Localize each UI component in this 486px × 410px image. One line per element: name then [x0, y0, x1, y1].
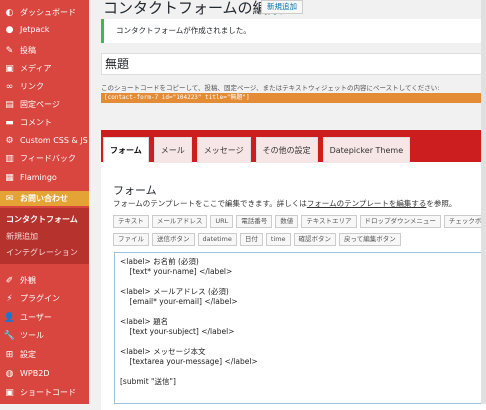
window-scrollbar[interactable]	[481, 0, 486, 404]
sidebar-item-label: お問い合わせ	[20, 194, 68, 203]
shortcode-field[interactable]: [contact-form-7 id="104223" title="無題"]	[101, 93, 486, 103]
sidebar-item-label: Jetpack	[20, 25, 50, 34]
tab-0[interactable]: フォーム	[103, 137, 149, 163]
sidebar-item-appearance[interactable]: ✐ 外観	[0, 273, 89, 288]
tab-2[interactable]: メッセージ	[196, 137, 251, 163]
tag-button[interactable]: ドロップダウンメニュー	[359, 215, 441, 228]
tab-3[interactable]: その他の設定	[255, 137, 318, 163]
panel-title: フォーム	[113, 184, 157, 197]
tag-button[interactable]: 電話番号	[236, 215, 273, 228]
sidebar-item-flamingo[interactable]: ▦ Flamingo	[0, 170, 89, 185]
tag-button[interactable]: datetime	[197, 233, 237, 246]
sidebar-item-dashboard[interactable]: ◐ ダッシュボード	[0, 5, 89, 20]
tab-4[interactable]: Datepicker Theme	[322, 137, 411, 163]
tag-button[interactable]: 戻って編集ボタン	[339, 233, 401, 246]
form-title-input[interactable]: 無題	[101, 53, 486, 75]
tag-button[interactable]: 日付	[239, 233, 263, 246]
sidebar-item-pin[interactable]: ✎ 投稿	[0, 43, 89, 58]
sidebar-item-label: 外観	[20, 276, 36, 285]
appearance-icon: ✐	[5, 275, 14, 286]
sidebar-item-label: コメント	[20, 118, 52, 127]
page-title: コンタクトフォームの編集	[103, 0, 283, 17]
code-icon: ⚙	[5, 135, 14, 146]
sidebar-item-label: Custom CSS & JS	[20, 136, 88, 145]
sidebar-item-label: Flamingo	[20, 173, 57, 182]
sidebar-item-jetpack[interactable]: ● Jetpack	[0, 22, 89, 37]
plugin-icon: ⚡	[6, 293, 13, 304]
sidebar-item-tool[interactable]: 🔧 ツール	[0, 328, 89, 343]
template-help-link[interactable]: フォームのテンプレートを編集する	[307, 199, 427, 208]
tag-button[interactable]: ファイル	[113, 233, 149, 246]
submenu-item[interactable]: インテグレーション	[0, 247, 89, 258]
flamingo-icon: ▦	[5, 172, 14, 183]
feedback-icon: ▥	[5, 153, 14, 164]
link-icon: ∞	[5, 81, 14, 92]
shortcode-icon: ▣	[5, 387, 14, 398]
admin-sidebar: ◐ ダッシュボード ● Jetpack ✎ 投稿 ▣ メディア ∞ リンク ▤ 固定ページ ▬ コメント ⚙…	[0, 0, 89, 404]
sidebar-item-label: ツール	[20, 331, 44, 340]
sidebar-item-label: リンク	[20, 82, 44, 91]
tag-button[interactable]: time	[265, 233, 291, 246]
sidebar-item-label: ユーザー	[20, 313, 52, 322]
sidebar-item-page[interactable]: ▤ 固定ページ	[0, 97, 89, 112]
tag-button[interactable]: メールアドレス	[151, 215, 208, 228]
user-icon: 👤	[3, 312, 16, 323]
page-icon: ▤	[5, 99, 14, 110]
form-template-textarea[interactable]: <label> お名前 (必須) [text* your-name] </lab…	[114, 252, 486, 404]
tool-icon: 🔧	[3, 330, 16, 341]
pin-icon: ✎	[5, 45, 14, 56]
sidebar-item-feedback[interactable]: ▥ フィードバック	[0, 151, 89, 166]
settings-icon: ⊞	[5, 349, 14, 360]
sidebar-item-plugin[interactable]: ⚡ プラグイン	[0, 291, 89, 306]
sidebar-item-shortcode[interactable]: ▣ ショートコード	[0, 385, 89, 400]
tag-button[interactable]: チェックボ	[443, 215, 486, 228]
sidebar-item-label: メディア	[20, 64, 52, 73]
panel-desc-suffix: を参照。	[426, 199, 457, 208]
tag-button[interactable]: 数値	[275, 215, 299, 228]
tag-button[interactable]: テキストエリア	[301, 215, 357, 228]
submenu-item[interactable]: コンタクトフォーム	[0, 214, 89, 225]
sidebar-item-label: 固定ページ	[20, 100, 60, 109]
tag-button[interactable]: URL	[210, 215, 234, 228]
sidebar-item-label: 設定	[20, 350, 36, 359]
comment-icon: ▬	[5, 117, 14, 128]
sidebar-item-wpb2d[interactable]: ◍ WPB2D	[0, 366, 89, 381]
sidebar-item-label: 投稿	[20, 46, 36, 55]
shortcode-description: このショートコードをコピーして、投稿、固定ページ、またはテキストウィジェットの内…	[101, 84, 440, 92]
wpb2d-icon: ◍	[5, 368, 14, 379]
panel-desc-prefix: フォームのテンプレートをここで編集できます。詳しくは	[113, 199, 307, 208]
success-notice: コンタクトフォームが作成されました。	[101, 19, 486, 43]
submenu-item[interactable]: 新規追加	[0, 231, 89, 242]
tag-generator-row-2: ファイル 送信ボタン datetime 日付 time 確認ボタン 戻って編集ボタン	[113, 233, 401, 246]
sidebar-item-user[interactable]: 👤 ユーザー	[0, 310, 89, 325]
sidebar-item-comment[interactable]: ▬ コメント	[0, 115, 89, 130]
tag-button[interactable]: 確認ボタン	[293, 233, 337, 246]
main-content: コンタクトフォームの編集 新規追加 コンタクトフォームが作成されました。 無題 …	[89, 0, 486, 410]
sidebar-item-link[interactable]: ∞ リンク	[0, 79, 89, 94]
jetpack-icon: ●	[5, 24, 14, 35]
sidebar-item-label: WPB2D	[20, 369, 50, 378]
media-icon: ▣	[5, 63, 14, 74]
sidebar-item-media[interactable]: ▣ メディア	[0, 61, 89, 76]
sidebar-item-code[interactable]: ⚙ Custom CSS & JS	[0, 133, 89, 148]
tab-1[interactable]: メール	[153, 137, 192, 163]
sidebar-item-settings[interactable]: ⊞ 設定	[0, 347, 89, 362]
dashboard-icon: ◐	[5, 7, 14, 18]
sidebar-item-mail[interactable]: ✉ お問い合わせ	[0, 191, 89, 206]
editor-tabs: フォーム メール メッセージ その他の設定 Datepicker Theme	[103, 137, 411, 163]
sidebar-item-label: フィードバック	[20, 154, 76, 163]
panel-description: フォームのテンプレートをここで編集できます。詳しくはフォームのテンプレートを編集…	[113, 198, 456, 209]
mail-icon: ✉	[5, 193, 14, 204]
sidebar-item-label: ショートコード	[20, 388, 76, 397]
sidebar-item-label: ダッシュボード	[20, 8, 76, 17]
sidebar-item-label: プラグイン	[20, 294, 60, 303]
tag-generator-row-1: テキスト メールアドレス URL 電話番号 数値 テキストエリア ドロップダウンメニュー チェ…	[113, 215, 486, 228]
tag-button[interactable]: 送信ボタン	[152, 233, 195, 246]
tag-button[interactable]: テキスト	[113, 215, 149, 228]
add-new-button[interactable]: 新規追加	[261, 0, 303, 14]
